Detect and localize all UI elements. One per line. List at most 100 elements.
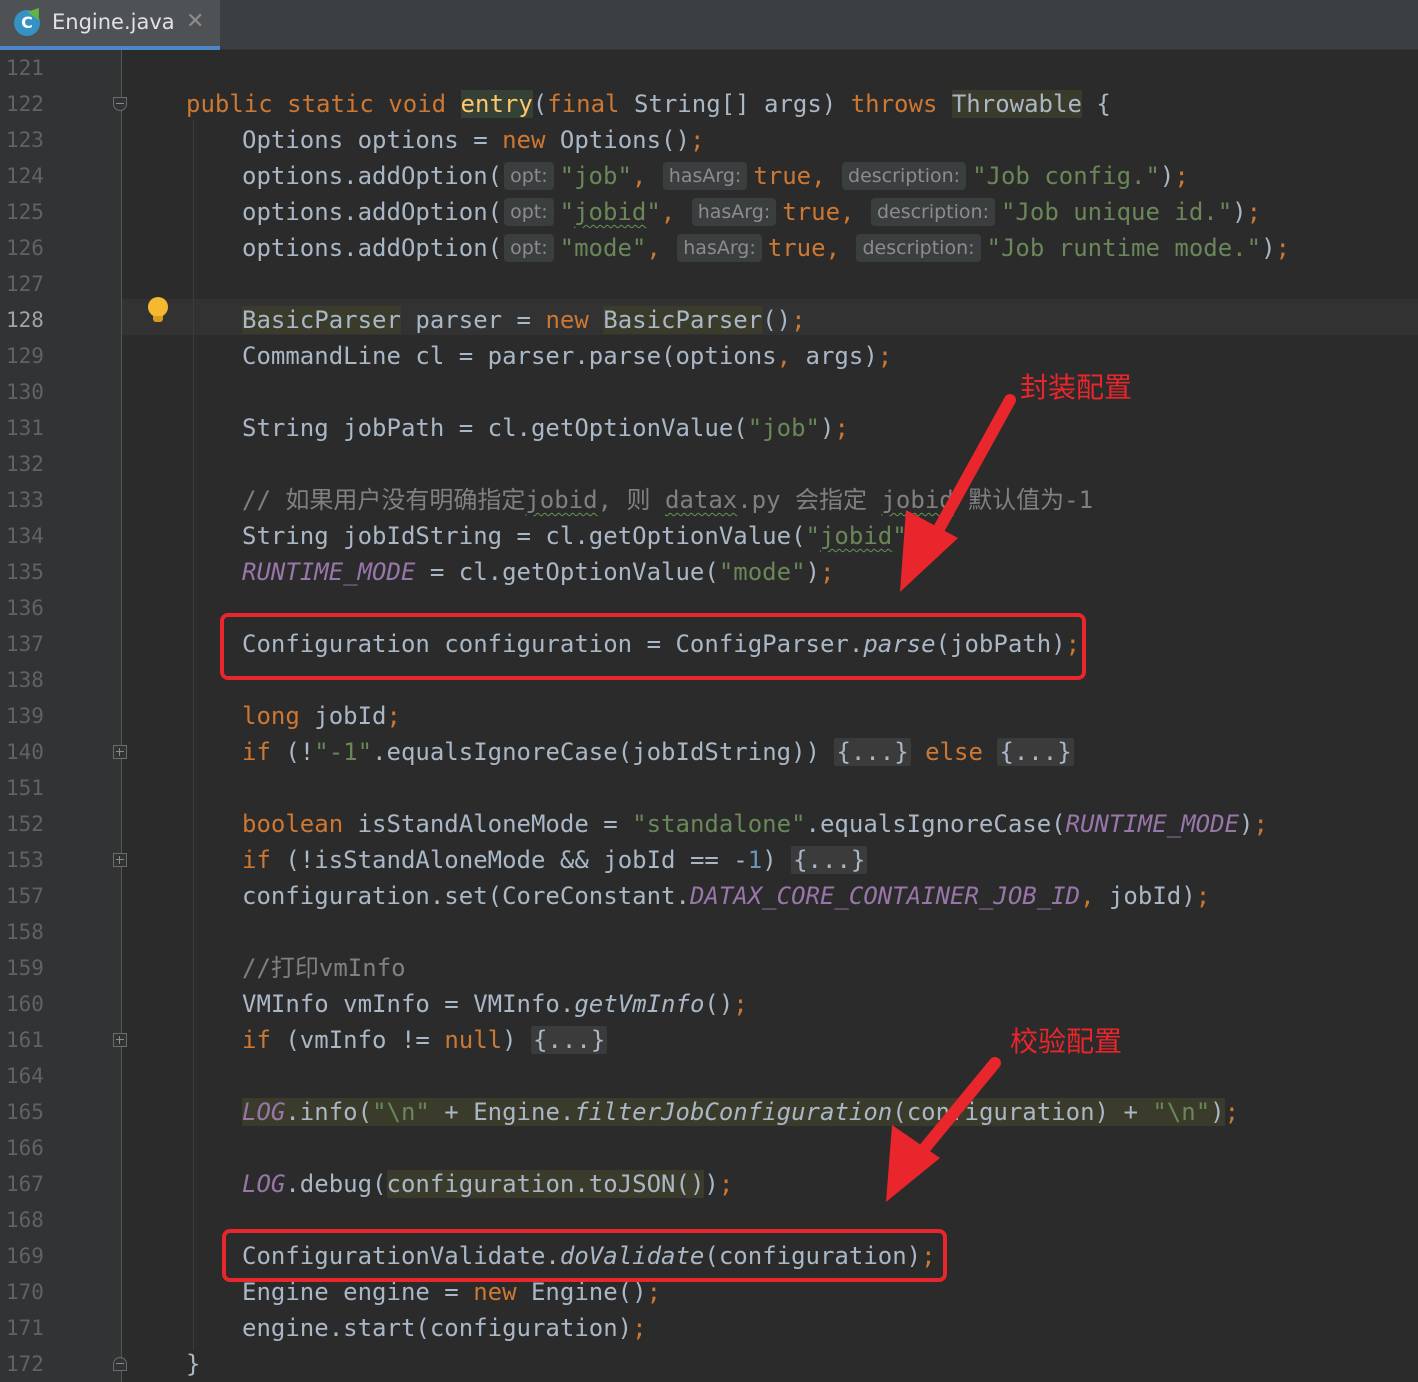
code-line[interactable]: 122 public static void entry(final String… bbox=[0, 86, 1418, 122]
code-token: jobid bbox=[574, 198, 647, 226]
fold-collapse-icon[interactable] bbox=[113, 97, 127, 111]
code-token: VMInfo vmInfo = VMInfo. bbox=[242, 990, 575, 1018]
code-token: ; bbox=[632, 1314, 647, 1342]
code-text: String jobPath = cl.getOptionValue("job"… bbox=[242, 410, 849, 446]
code-token: LOG bbox=[242, 1170, 286, 1198]
code-line[interactable]: 127 bbox=[0, 266, 1418, 302]
code-token: ; bbox=[921, 522, 936, 550]
code-line[interactable]: 131 String jobPath = cl.getOptionValue("j… bbox=[0, 410, 1418, 446]
code-line[interactable]: 160 VMInfo vmInfo = VMInfo.getVmInfo(); bbox=[0, 986, 1418, 1022]
parameter-hint: hasArg: bbox=[662, 162, 748, 190]
code-text: //打印vmInfo bbox=[242, 950, 406, 986]
lightbulb-icon[interactable] bbox=[148, 297, 168, 325]
fold-collapse-icon[interactable] bbox=[113, 1357, 127, 1371]
code-line[interactable]: 158 bbox=[0, 914, 1418, 950]
code-text: VMInfo vmInfo = VMInfo.getVmInfo(); bbox=[242, 986, 748, 1022]
line-number: 137 bbox=[6, 632, 44, 656]
code-token: Engine engine = bbox=[242, 1278, 474, 1306]
code-token[interactable]: {...} bbox=[531, 1026, 608, 1054]
code-token: ) bbox=[1261, 234, 1276, 262]
code-line[interactable]: 130 bbox=[0, 374, 1418, 410]
code-token: // 如果用户没有明确指定 bbox=[242, 486, 526, 514]
parameter-hint: description: bbox=[870, 198, 995, 226]
line-number: 129 bbox=[6, 344, 44, 368]
line-number: 130 bbox=[6, 380, 44, 404]
code-line[interactable]: 121 bbox=[0, 50, 1418, 86]
highlight-box-validate bbox=[222, 1229, 947, 1282]
code-token: true bbox=[753, 162, 812, 190]
code-token: ; bbox=[1246, 198, 1262, 226]
code-text: public static void entry(final String[] … bbox=[186, 86, 1111, 122]
fold-expand-icon[interactable] bbox=[113, 853, 127, 867]
parameter-hint: opt: bbox=[504, 234, 554, 262]
code-line[interactable]: 124 options.addOption(opt: "job", hasArg: t… bbox=[0, 158, 1418, 194]
line-number: 125 bbox=[6, 200, 44, 224]
code-token: RUNTIME_MODE bbox=[242, 558, 416, 586]
code-token: () bbox=[762, 306, 792, 334]
code-line[interactable]: 132 bbox=[0, 446, 1418, 482]
code-token: = cl.getOptionValue( bbox=[415, 558, 719, 586]
parameter-hint: opt: bbox=[504, 198, 554, 226]
code-token: ; bbox=[646, 1278, 662, 1306]
code-line[interactable]: 166 bbox=[0, 1130, 1418, 1166]
code-line[interactable]: 172} bbox=[0, 1346, 1418, 1382]
code-line[interactable]: 129 CommandLine cl = parser.parse(options… bbox=[0, 338, 1418, 374]
annotation-config-wrap: 封装配置 bbox=[1020, 371, 1133, 404]
code-token: , 则 bbox=[597, 486, 665, 514]
code-token: , bbox=[776, 342, 806, 370]
code-token: 默认值为-1 bbox=[953, 486, 1094, 514]
code-line[interactable]: 161 if (vmInfo != null) {...} bbox=[0, 1022, 1418, 1058]
code-token[interactable]: {...} bbox=[834, 738, 911, 766]
fold-expand-icon[interactable] bbox=[113, 1033, 127, 1047]
tab-engine-java[interactable]: C Engine.java ✕ bbox=[0, 0, 220, 50]
code-text: engine.start(configuration); bbox=[242, 1310, 647, 1346]
parameter-hint: description: bbox=[856, 234, 981, 262]
code-line[interactable]: 167 LOG.debug(configuration.toJSON()); bbox=[0, 1166, 1418, 1202]
code-token: ; bbox=[877, 342, 893, 370]
code-token: getVmInfo bbox=[574, 990, 705, 1018]
code-token: " bbox=[892, 522, 907, 550]
code-line[interactable]: 133// 如果用户没有明确指定jobid, 则 datax.py 会指定 jo… bbox=[0, 482, 1418, 518]
code-line[interactable]: 125 options.addOption(opt: "jobid", hasArg… bbox=[0, 194, 1418, 230]
code-line[interactable]: 123 Options options = new Options(); bbox=[0, 122, 1418, 158]
code-token[interactable]: {...} bbox=[791, 846, 868, 874]
code-line[interactable]: 164 bbox=[0, 1058, 1418, 1094]
parameter-hint: hasArg: bbox=[691, 198, 777, 226]
code-line[interactable]: 139 long jobId; bbox=[0, 698, 1418, 734]
code-token: , bbox=[646, 234, 676, 262]
editor-tab-bar: C Engine.java ✕ bbox=[0, 0, 1418, 50]
code-line[interactable]: 134 String jobIdString = cl.getOptionValu… bbox=[0, 518, 1418, 554]
code-token: "Job config." bbox=[972, 162, 1160, 190]
code-token: options.addOption( bbox=[242, 198, 503, 226]
code-token: new bbox=[545, 306, 604, 334]
code-text: long jobId; bbox=[242, 698, 401, 734]
code-line[interactable]: 171 engine.start(configuration); bbox=[0, 1310, 1418, 1346]
parameter-hint: hasArg: bbox=[677, 234, 762, 262]
code-token: "job" bbox=[747, 414, 820, 442]
code-line[interactable]: 135 RUNTIME_MODE = cl.getOptionValue("mod… bbox=[0, 554, 1418, 590]
code-line[interactable]: 153 if (!isStandAloneMode && jobId == -1)… bbox=[0, 842, 1418, 878]
code-token[interactable]: {...} bbox=[997, 738, 1074, 766]
code-line[interactable]: 165 LOG.info("\n" + Engine.filterJobConfi… bbox=[0, 1094, 1418, 1130]
line-number: 126 bbox=[6, 236, 44, 260]
code-line[interactable]: 152 boolean isStandAloneMode = "standalon… bbox=[0, 806, 1418, 842]
code-token: ; bbox=[834, 414, 849, 442]
code-token: new bbox=[502, 126, 560, 154]
code-line[interactable]: 159 //打印vmInfo bbox=[0, 950, 1418, 986]
code-line[interactable]: 126 options.addOption(opt: "mode", hasArg:… bbox=[0, 230, 1418, 266]
line-number: 167 bbox=[6, 1172, 44, 1196]
code-line[interactable]: 157 configuration.set(CoreConstant.DATAX_… bbox=[0, 878, 1418, 914]
code-token: options.addOption( bbox=[242, 162, 503, 190]
code-line[interactable]: 128 BasicParser parser = new BasicParser(… bbox=[0, 302, 1418, 338]
code-line[interactable]: 140 if (!"-1".equalsIgnoreCase(jobIdStrin… bbox=[0, 734, 1418, 770]
code-token: String[] args) bbox=[633, 90, 851, 118]
code-token: Options() bbox=[559, 126, 690, 154]
code-token: ) bbox=[704, 1170, 719, 1198]
close-icon[interactable]: ✕ bbox=[186, 9, 204, 34]
code-token: , bbox=[1080, 882, 1109, 910]
highlight-box-config-parse bbox=[220, 613, 1086, 680]
line-number: 136 bbox=[6, 596, 44, 620]
code-token: final bbox=[547, 90, 634, 118]
fold-expand-icon[interactable] bbox=[113, 745, 127, 759]
code-line[interactable]: 151 bbox=[0, 770, 1418, 806]
